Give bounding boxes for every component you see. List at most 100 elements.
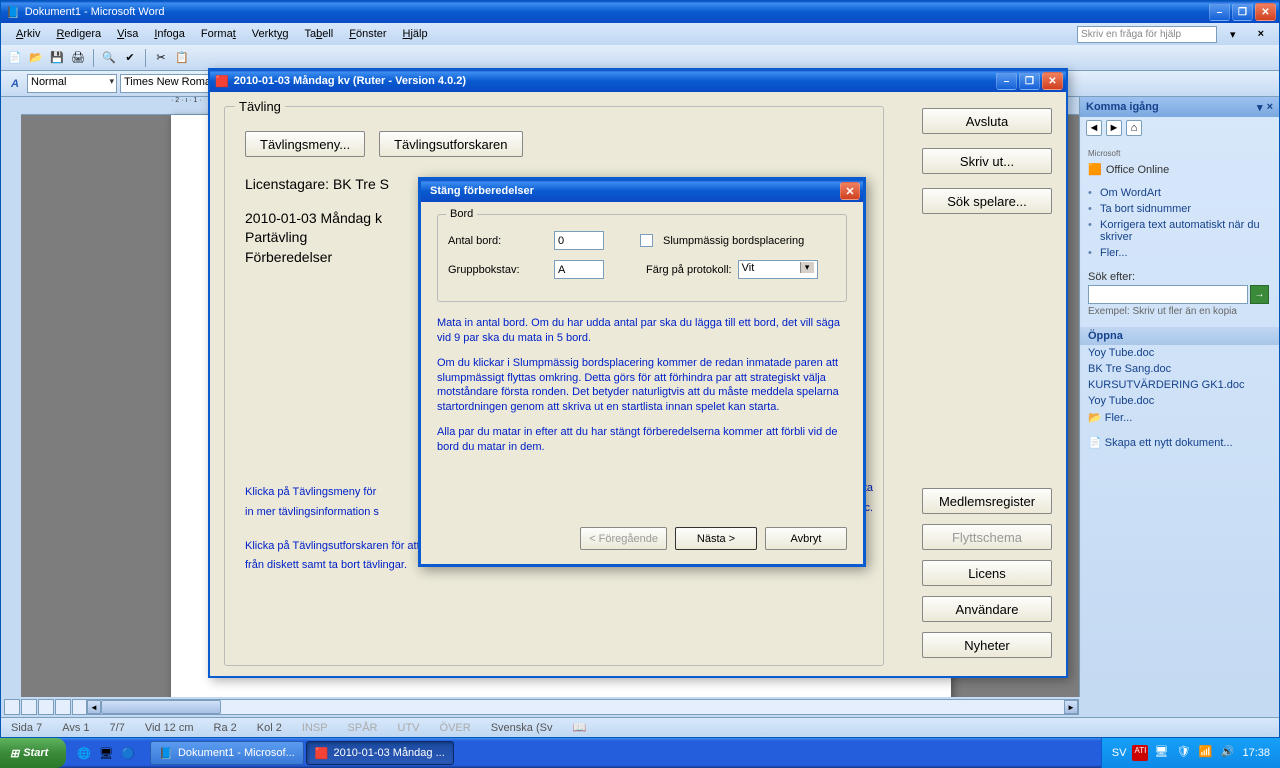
nyheter-button[interactable]: Nyheter — [922, 632, 1052, 658]
ruter-close-button[interactable]: ✕ — [1042, 72, 1063, 90]
spelling-icon[interactable]: ✔ — [121, 49, 139, 67]
quick-launch: 🌐 🖥 🔵 — [66, 743, 146, 763]
tray-network-icon[interactable]: 📶 — [1198, 745, 1214, 761]
scroll-right-icon[interactable]: ► — [1064, 700, 1078, 714]
menu-hjalp[interactable]: Hjälp — [396, 26, 435, 42]
status-book-icon[interactable]: 📖 — [568, 721, 590, 734]
menu-verktyg[interactable]: Verktyg — [245, 26, 296, 42]
menu-fonster[interactable]: Fönster — [342, 26, 393, 42]
windows-logo-icon: ⊞ — [10, 747, 19, 760]
tray-monitor-icon[interactable]: 🖥 — [1154, 745, 1170, 761]
dialog-info-text: Mata in antal bord. Om du har udda antal… — [437, 316, 847, 455]
style-combo[interactable]: Normal — [27, 74, 117, 93]
vertical-ruler — [1, 97, 21, 697]
avsluta-button[interactable]: Avsluta — [922, 108, 1052, 134]
maximize-button[interactable]: ❐ — [1232, 3, 1253, 21]
status-ovr: ÖVER — [436, 722, 475, 734]
recent-file-2[interactable]: BK Tre Sang.doc — [1080, 361, 1279, 377]
recent-file-1[interactable]: Yoy Tube.doc — [1080, 345, 1279, 361]
flyttschema-button: Flyttschema — [922, 524, 1052, 550]
menu-tabell[interactable]: Tabell — [297, 26, 340, 42]
avbryt-button[interactable]: Avbryt — [765, 527, 847, 550]
save-icon[interactable]: 💾 — [48, 49, 66, 67]
link-sidnummer[interactable]: Ta bort sidnummer — [1088, 201, 1271, 217]
copy-icon[interactable]: 📋 — [173, 49, 191, 67]
ruter-maximize-button[interactable]: ❐ — [1019, 72, 1040, 90]
search-input[interactable] — [1088, 285, 1248, 304]
taskbar-ruter[interactable]: 🟥 2010-01-03 Måndag ... — [306, 741, 454, 765]
recent-file-3[interactable]: KURSUTVÄRDERING GK1.doc — [1080, 377, 1279, 393]
tray-shield-icon[interactable]: 🛡 — [1176, 745, 1192, 761]
ie-icon[interactable]: 🌐 — [74, 743, 94, 763]
tray-clock[interactable]: 17:38 — [1242, 747, 1270, 759]
cut-icon[interactable]: ✂ — [152, 49, 170, 67]
link-more[interactable]: Fler... — [1088, 245, 1271, 261]
menubar: Arkiv Redigera Visa Infoga Format Verkty… — [1, 23, 1279, 45]
anvandare-button[interactable]: Användare — [922, 596, 1052, 622]
task-pane-nav: ◄ ► ⌂ — [1080, 117, 1279, 139]
farg-select[interactable]: Vit — [738, 260, 818, 279]
system-tray: SV ATI 🖥 🛡 📶 🔊 17:38 — [1101, 738, 1280, 768]
ruter-titlebar: 🟥 2010-01-03 Måndag kv (Ruter - Version … — [210, 70, 1066, 92]
recent-file-4[interactable]: Yoy Tube.doc — [1080, 393, 1279, 409]
sok-spelare-button[interactable]: Sök spelare... — [922, 188, 1052, 214]
recent-more[interactable]: 📂 Fler... — [1080, 409, 1279, 426]
menu-format[interactable]: Format — [194, 26, 243, 42]
new-doc-icon[interactable]: 📄 — [6, 49, 24, 67]
tavlingsmeny-button[interactable]: Tävlingsmeny... — [245, 131, 365, 157]
help-search-input[interactable] — [1077, 26, 1217, 43]
slumpmassig-checkbox[interactable] — [640, 234, 653, 247]
view-print[interactable] — [38, 699, 54, 715]
scroll-thumb[interactable] — [101, 700, 221, 714]
tray-ati-icon[interactable]: ATI — [1132, 745, 1148, 761]
taskbar-word[interactable]: 📘 Dokument1 - Microsof... — [150, 741, 303, 765]
nasta-button[interactable]: Nästa > — [675, 527, 757, 550]
tray-volume-icon[interactable]: 🔊 — [1220, 745, 1236, 761]
medlemsregister-button[interactable]: Medlemsregister — [922, 488, 1052, 514]
bord-group-title: Bord — [446, 208, 477, 220]
link-wordart[interactable]: Om WordArt — [1088, 185, 1271, 201]
close-button[interactable]: ✕ — [1255, 3, 1276, 21]
status-trk: SPÅR — [344, 722, 382, 734]
ruter-app-icon: 🟥 — [215, 75, 229, 88]
task-pane-dropdown[interactable]: ▾ — [1257, 101, 1263, 114]
task-pane-close[interactable]: × — [1267, 101, 1273, 113]
status-at: Vid 12 cm — [141, 722, 198, 734]
dialog-close-button[interactable]: ✕ — [840, 182, 860, 200]
new-doc-link[interactable]: 📄 Skapa ett nytt dokument... — [1080, 434, 1279, 451]
open-icon[interactable]: 📂 — [27, 49, 45, 67]
menu-infoga[interactable]: Infoga — [147, 26, 192, 42]
tavlingsutforskaren-button[interactable]: Tävlingsutforskaren — [379, 131, 522, 157]
menu-visa[interactable]: Visa — [110, 26, 145, 42]
search-go-button[interactable]: → — [1250, 285, 1269, 304]
licens-button[interactable]: Licens — [922, 560, 1052, 586]
nav-home-icon[interactable]: ⌂ — [1126, 120, 1142, 136]
status-lang: Svenska (Sv — [487, 722, 557, 734]
minimize-button[interactable]: – — [1209, 3, 1230, 21]
nav-fwd-icon[interactable]: ► — [1106, 120, 1122, 136]
nav-back-icon[interactable]: ◄ — [1086, 120, 1102, 136]
menu-redigera[interactable]: Redigera — [49, 26, 108, 42]
desktop-icon[interactable]: 🖥 — [96, 743, 116, 763]
start-button[interactable]: ⊞ Start — [0, 738, 66, 768]
view-normal[interactable] — [4, 699, 20, 715]
horizontal-scrollbar[interactable]: ◄ ► — [86, 699, 1079, 715]
view-outline[interactable] — [55, 699, 71, 715]
antal-bord-input[interactable] — [554, 231, 604, 250]
view-web[interactable] — [21, 699, 37, 715]
tray-lang[interactable]: SV — [1112, 747, 1127, 759]
slumpmassig-label: Slumpmässig bordsplacering — [663, 235, 804, 247]
scroll-left-icon[interactable]: ◄ — [87, 700, 101, 714]
print-icon[interactable]: 🖨 — [69, 49, 87, 67]
gruppbokstav-input[interactable] — [554, 260, 604, 279]
menu-arkiv[interactable]: Arkiv — [9, 26, 47, 42]
skriv-ut-button[interactable]: Skriv ut... — [922, 148, 1052, 174]
styles-icon[interactable]: A — [6, 75, 24, 93]
media-icon[interactable]: 🔵 — [118, 743, 138, 763]
help-search-dropdown[interactable]: ▾ — [1223, 26, 1243, 43]
ruter-minimize-button[interactable]: – — [996, 72, 1017, 90]
link-korrigera[interactable]: Korrigera text automatiskt när du skrive… — [1088, 217, 1271, 245]
print-preview-icon[interactable]: 🔍 — [100, 49, 118, 67]
status-ext: UTV — [394, 722, 424, 734]
menubar-close[interactable]: × — [1251, 26, 1271, 42]
